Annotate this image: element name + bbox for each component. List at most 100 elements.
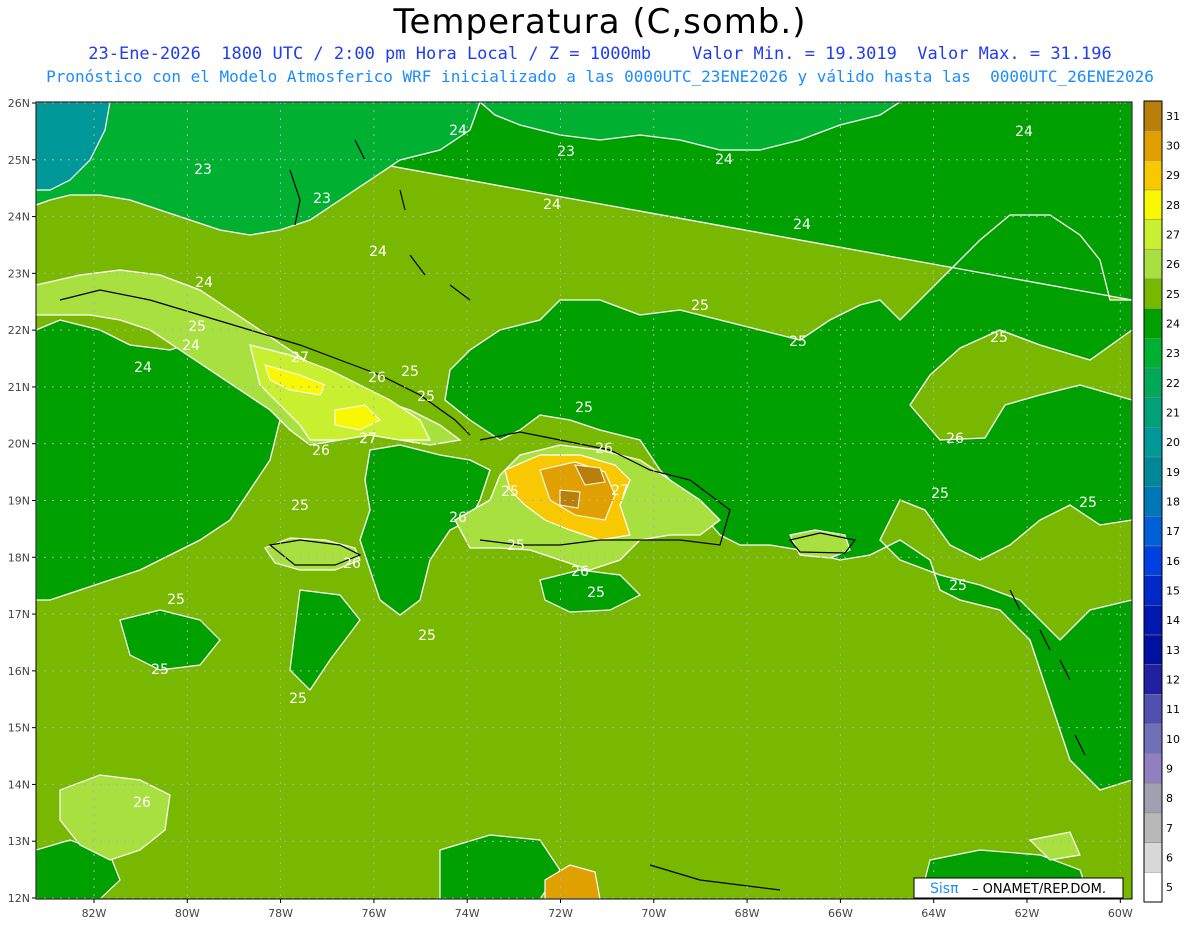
colorbar-swatch (1143, 367, 1163, 398)
contour-label: 24 (195, 275, 213, 291)
colorbar-label: 25 (1166, 288, 1180, 301)
colorbar-swatch (1143, 249, 1163, 280)
sispi-logo: Sisπ (930, 881, 959, 897)
contour-label: 26 (312, 443, 330, 459)
contour-label: 26 (343, 556, 361, 572)
contour-label: 25 (291, 498, 309, 514)
lon-tick-label: 64W (921, 907, 946, 920)
contour-label: 24 (543, 197, 561, 213)
colorbar-swatch (1143, 753, 1163, 784)
colorbar-swatch (1143, 783, 1163, 814)
lon-tick-label: 72W (548, 907, 573, 920)
colorbar-label: 19 (1166, 466, 1180, 479)
contour-label: 26 (946, 431, 964, 447)
contour-label: 23 (194, 162, 212, 178)
contour-label: 25 (789, 334, 807, 350)
contour-label: 25 (949, 578, 967, 594)
temp-band-26-puertorico (789, 529, 851, 559)
colorbar-label: 20 (1166, 436, 1180, 449)
colorbar-swatch (1143, 872, 1163, 903)
contour-label: 25 (931, 486, 949, 502)
contour-label: 25 (691, 298, 709, 314)
lat-tick-label: 17N (8, 608, 30, 621)
contour-label: 24 (134, 360, 152, 376)
colorbar-swatch (1143, 842, 1163, 873)
colorbar-swatch (1143, 456, 1163, 487)
colorbar-label: 28 (1166, 199, 1180, 212)
colorbar-swatch (1143, 812, 1163, 843)
contour-label: 23 (313, 191, 331, 207)
colorbar-swatch (1143, 664, 1163, 695)
contour-label: 24 (793, 217, 811, 233)
colorbar-label: 6 (1166, 852, 1173, 865)
lon-tick-label: 78W (268, 907, 293, 920)
lon-tick-label: 68W (735, 907, 760, 920)
colorbar-swatch (1143, 100, 1163, 131)
colorbar-swatch (1143, 723, 1163, 754)
lon-tick-label: 82W (82, 907, 107, 920)
contour-label: 26 (368, 370, 386, 386)
colorbar-swatch (1143, 130, 1163, 161)
lon-tick-label: 62W (1015, 907, 1040, 920)
contour-label: 24 (369, 244, 387, 260)
colorbar-label: 8 (1166, 792, 1173, 805)
lat-tick-label: 26N (8, 97, 30, 110)
colorbar-swatch (1143, 575, 1163, 606)
contour-label: 26 (133, 795, 151, 811)
colorbar-swatch (1143, 308, 1163, 339)
colorbar-swatch (1143, 516, 1163, 547)
contour-label: 25 (401, 364, 419, 380)
colorbar-legend: 31 30 29 28 27 26 25 24 23 22 21 20 19 18 17 16 15 14 13 12… (1143, 100, 1180, 903)
colorbar-swatch (1143, 694, 1163, 725)
lat-tick-label: 12N (8, 892, 30, 905)
colorbar-label: 9 (1166, 763, 1173, 776)
contour-label: 25 (151, 662, 169, 678)
contour-label: 25 (417, 389, 435, 405)
contour-label: 23 (557, 144, 575, 160)
credits-text: – ONAMET/REP.DOM. (972, 882, 1106, 897)
lat-tick-label: 15N (8, 722, 30, 735)
contour-label: 27 (611, 483, 629, 499)
colorbar-label: 24 (1166, 318, 1180, 331)
colorbar-label: 18 (1166, 496, 1180, 509)
colorbar-label: 29 (1166, 169, 1180, 182)
lat-tick-label: 19N (8, 495, 30, 508)
lon-tick-label: 74W (455, 907, 480, 920)
colorbar-swatch (1143, 397, 1163, 428)
colorbar-swatch (1143, 545, 1163, 576)
lat-tick-label: 25N (8, 154, 30, 167)
contour-label: 26 (595, 441, 613, 457)
colorbar-swatch (1143, 219, 1163, 250)
temp-patch-24-d (439, 834, 561, 899)
colorbar-label: 10 (1166, 733, 1180, 746)
lat-tick-label: 13N (8, 835, 30, 848)
colorbar-label: 16 (1166, 555, 1180, 568)
contour-label: 24 (715, 152, 733, 168)
credits-box: Sisπ – ONAMET/REP.DOM. (913, 877, 1124, 899)
lat-tick-label: 23N (8, 267, 30, 280)
lat-tick-label: 24N (8, 211, 30, 224)
lat-tick-label: 18N (8, 551, 30, 564)
contour-label: 24 (1015, 124, 1033, 140)
colorbar-swatch (1143, 160, 1163, 191)
contour-label: 25 (289, 691, 307, 707)
lat-tick-label: 22N (8, 324, 30, 337)
contour-label: 25 (587, 585, 605, 601)
contour-label: 25 (575, 400, 593, 416)
lon-tick-label: 70W (641, 907, 666, 920)
colorbar-label: 12 (1166, 674, 1180, 687)
contour-label: 26 (449, 510, 467, 526)
contour-label: 25 (418, 628, 436, 644)
contour-label: 25 (167, 592, 185, 608)
colorbar-label: 21 (1166, 407, 1180, 420)
colorbar-label: 31 (1166, 110, 1180, 123)
colorbar-swatch (1143, 278, 1163, 309)
contour-label: 24 (182, 338, 200, 354)
colorbar-label: 27 (1166, 229, 1180, 242)
colorbar-swatch (1143, 605, 1163, 636)
longitude-axis: 82W 80W 78W 76W 74W 72W 70W 68W 66W 64W 62W 60W (82, 899, 1133, 920)
lon-tick-label: 60W (1108, 907, 1133, 920)
colorbar-label: 14 (1166, 614, 1180, 627)
colorbar-label: 13 (1166, 644, 1180, 657)
contour-label: 24 (449, 123, 467, 139)
